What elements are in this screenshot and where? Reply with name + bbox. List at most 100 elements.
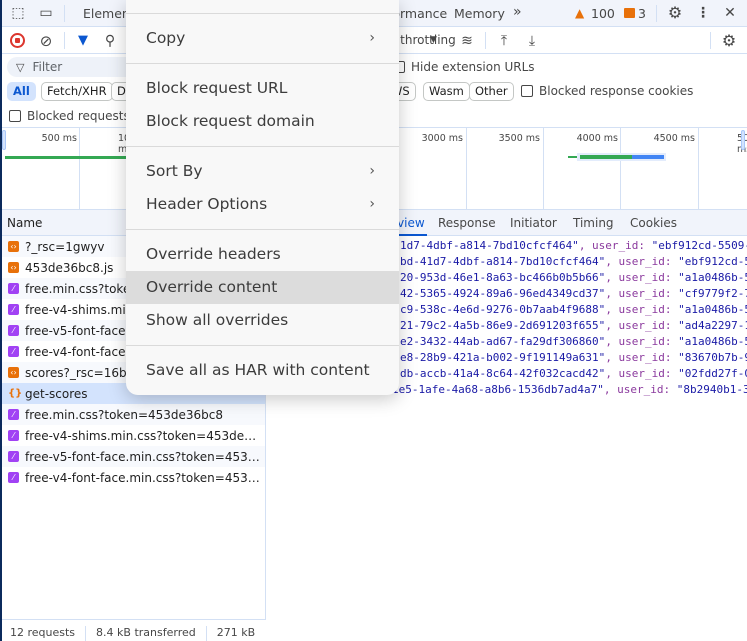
request-name: free-v4-shims.min.css?token=453de36bc8 — [25, 428, 261, 443]
request-row[interactable]: ⁄ free.min.css?token=453de36bc8 — [0, 404, 265, 425]
type-filter-all[interactable]: All — [7, 82, 36, 101]
menu-item-block-request-url[interactable]: Block request URL — [126, 72, 399, 105]
user-id-key: , user_id: — [605, 255, 679, 268]
overview-right-handle[interactable] — [741, 130, 745, 150]
user-id-value: "cf9779f2-7 — [678, 287, 747, 300]
user-id-key: , user_id: — [605, 303, 679, 316]
user-id-key: , user_id: — [605, 271, 679, 284]
issues-count[interactable]: 3 — [638, 6, 646, 21]
preview-line[interactable]: e2-3432-44ab-ad67-fa29df306860", user_id… — [400, 335, 747, 348]
menu-item-label: Header Options — [146, 195, 268, 213]
type-filter-wasm[interactable]: Wasm — [423, 82, 470, 101]
stylesheet-icon: ⁄ — [8, 304, 19, 315]
record-id: db-accb-41a4-8c64-42f032cacd42" — [400, 367, 606, 380]
menu-item-label: Sort By — [146, 162, 203, 180]
menu-separator — [126, 146, 399, 147]
more-tabs-icon[interactable]: » — [513, 4, 522, 20]
preview-line[interactable]: e8-28b9-421a-b002-9f191149a631", user_id… — [400, 351, 747, 364]
menu-item-sort-by[interactable]: Sort By › — [126, 155, 399, 188]
record-stop-icon[interactable] — [8, 32, 26, 50]
gridline — [543, 128, 544, 210]
window-edge — [0, 0, 2, 641]
preview-line[interactable]: 42-5365-4924-89a6-96ed4349cd37", user_id… — [400, 287, 747, 300]
network-settings-gear-icon[interactable]: ⚙ — [720, 32, 738, 50]
menu-item-label: Block request URL — [146, 79, 288, 97]
user-id-value: "a1a0486b-5 — [678, 335, 747, 348]
overview-left-handle[interactable] — [2, 130, 6, 150]
context-menu: Copy › Block request URL Block request d… — [126, 0, 399, 395]
user-id-value: "a1a0486b-5 — [678, 271, 747, 284]
tick-label: 4500 ms — [653, 133, 695, 144]
inspect-element-icon[interactable]: ⬚ — [9, 5, 27, 21]
preview-line[interactable]: 20-953d-46e1-8a63-bc466b0b5b66", user_id… — [400, 271, 747, 284]
network-conditions-icon[interactable]: ≋ — [458, 32, 476, 50]
settings-gear-icon[interactable]: ⚙ — [666, 5, 684, 21]
device-toolbar-icon[interactable]: ▭ — [37, 5, 55, 21]
more-options-icon[interactable]: ⋮ — [694, 5, 712, 21]
menu-item-override-content[interactable]: Override content — [126, 271, 399, 304]
filter-placeholder: Filter — [32, 60, 63, 74]
request-row[interactable]: ⁄ free-v4-shims.min.css?token=453de36bc8 — [0, 425, 265, 446]
menu-item-show-all-overrides[interactable]: Show all overrides — [126, 304, 399, 337]
user-id-key: , user_id: — [605, 351, 679, 364]
blocked-response-cookies-checkbox[interactable]: Blocked response cookies — [521, 84, 693, 98]
tab-timing[interactable]: Timing — [573, 216, 614, 230]
menu-separator — [126, 345, 399, 346]
chevron-right-icon: › — [369, 196, 375, 212]
preview-line[interactable]: 1d7-4dbf-a814-7bd10cfcf464", user_id: "e… — [400, 239, 747, 252]
user-id-key: , user_id: — [605, 287, 679, 300]
menu-item-label: Override content — [146, 278, 278, 296]
blocked-requests-checkbox[interactable]: Blocked requests — [9, 109, 130, 123]
record-id: c9-538c-4e6d-9276-0b7aab4f9688" — [400, 303, 606, 316]
chevron-down-icon[interactable]: ▼ — [430, 35, 437, 45]
request-row[interactable]: ⁄ free-v4-font-face.min.css?token=453de36… — [0, 467, 265, 488]
gridline — [698, 128, 699, 210]
checkbox[interactable] — [9, 110, 21, 122]
record-id: 20-953d-46e1-8a63-bc466b0b5b66" — [400, 271, 606, 284]
tab-memory[interactable]: Memory — [454, 6, 505, 21]
filter-funnel-icon: ▽ — [16, 60, 25, 74]
preview-line[interactable]: db-accb-41a4-8c64-42f032cacd42", user_id… — [400, 367, 747, 380]
tab-cookies[interactable]: Cookies — [630, 216, 677, 230]
tick-label: 4000 ms — [576, 133, 618, 144]
record-id: 21-79c2-4a5b-86e9-2d691203f655" — [400, 319, 606, 332]
menu-item-copy[interactable]: Copy › — [126, 22, 399, 55]
menu-item-header-options[interactable]: Header Options › — [126, 188, 399, 221]
chevron-right-icon: › — [369, 163, 375, 179]
tab-initiator[interactable]: Initiator — [510, 216, 557, 230]
user-id-key: , user_id: — [605, 335, 679, 348]
menu-item-block-request-domain[interactable]: Block request domain — [126, 105, 399, 138]
menu-item-label: Show all overrides — [146, 311, 289, 329]
preview-line[interactable]: 21-79c2-4a5b-86e9-2d691203f655", user_id… — [400, 319, 747, 332]
checkbox[interactable] — [521, 85, 533, 97]
stylesheet-icon: ⁄ — [8, 430, 19, 441]
issues-icon[interactable] — [624, 8, 635, 18]
filter-icon[interactable]: ▼ — [74, 32, 92, 50]
import-har-icon[interactable]: ⤒ — [495, 32, 513, 50]
preview-line[interactable]: bd-41d7-4dbf-a814-7bd10cfcf464", user_id… — [400, 255, 747, 268]
search-icon[interactable]: ⚲ — [101, 32, 119, 50]
tick-label: 3500 ms — [498, 133, 540, 144]
menu-item-save-har[interactable]: Save all as HAR with content — [126, 354, 399, 387]
warning-icon[interactable]: ▲ — [575, 6, 584, 20]
request-row[interactable]: ⁄ free-v5-font-face.min.css?token=453de36… — [0, 446, 265, 467]
divider — [64, 32, 65, 49]
record-id: bd-41d7-4dbf-a814-7bd10cfcf464" — [400, 255, 606, 268]
menu-item-override-headers[interactable]: Override headers — [126, 238, 399, 271]
tick-label: 3000 ms — [421, 133, 463, 144]
warnings-count[interactable]: 100 — [591, 6, 615, 21]
stylesheet-icon: ⁄ — [8, 409, 19, 420]
hide-extension-urls-checkbox[interactable]: Hide extension URLs — [393, 60, 535, 74]
close-icon[interactable]: ✕ — [721, 5, 739, 21]
clear-icon[interactable]: ⊘ — [37, 32, 55, 50]
divider — [64, 5, 65, 22]
checkbox-label: Hide extension URLs — [411, 60, 535, 74]
type-filter-fetch-xhr[interactable]: Fetch/XHR — [41, 82, 113, 101]
document-icon: ‹› — [8, 367, 19, 378]
user-id-value: "83670b7b-9 — [678, 351, 747, 364]
preview-line[interactable]: c9-538c-4e6d-9276-0b7aab4f9688", user_id… — [400, 303, 747, 316]
type-filter-other[interactable]: Other — [469, 82, 514, 101]
export-har-icon[interactable]: ⤓ — [523, 32, 541, 50]
tab-response[interactable]: Response — [438, 216, 496, 230]
user-id-value: "ebf912cd-5509- — [651, 239, 747, 252]
